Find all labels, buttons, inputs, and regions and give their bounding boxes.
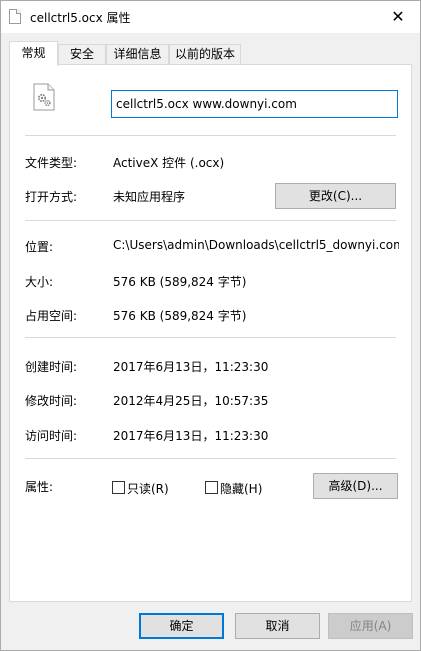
ok-button[interactable]: 确定	[139, 613, 224, 639]
tab-general[interactable]: 常规	[9, 41, 58, 66]
close-button[interactable]: ✕	[376, 1, 420, 31]
separator	[25, 220, 396, 221]
close-icon: ✕	[391, 6, 405, 26]
size-on-disk-label: 占用空间:	[25, 309, 78, 323]
title-bar[interactable]: cellctrl5.ocx 属性 ✕	[1, 1, 420, 33]
size-value: 576 KB (589,824 字节)	[113, 275, 247, 289]
created-label: 创建时间:	[25, 360, 78, 374]
advanced-button[interactable]: 高级(D)...	[313, 473, 398, 499]
size-label: 大小:	[25, 275, 54, 289]
modified-label: 修改时间:	[25, 394, 78, 408]
location-value: C:\Users\admin\Downloads\cellctrl5_downy…	[113, 238, 399, 252]
hidden-label[interactable]: 隐藏(H)	[220, 480, 262, 497]
readonly-label[interactable]: 只读(R)	[127, 480, 169, 497]
separator	[25, 458, 396, 459]
window-title: cellctrl5.ocx 属性	[30, 11, 131, 25]
modified-value: 2012年4月25日，10:57:35	[113, 394, 269, 408]
open-with-label: 打开方式:	[25, 190, 78, 204]
cancel-button[interactable]: 取消	[235, 613, 320, 639]
readonly-checkbox[interactable]	[112, 481, 125, 494]
file-name-input[interactable]	[111, 90, 398, 118]
size-on-disk-value: 576 KB (589,824 字节)	[113, 309, 247, 323]
attributes-label: 属性:	[25, 480, 54, 494]
tab-details[interactable]: 详细信息	[106, 44, 169, 64]
accessed-label: 访问时间:	[25, 429, 78, 443]
tab-previous-versions[interactable]: 以前的版本	[169, 44, 241, 64]
location-label: 位置:	[25, 240, 54, 254]
separator	[25, 135, 396, 136]
tab-security[interactable]: 安全	[58, 44, 106, 64]
open-with-value: 未知应用程序	[113, 190, 186, 204]
file-type-value: ActiveX 控件 (.ocx)	[113, 156, 225, 170]
separator	[25, 337, 396, 338]
hidden-checkbox[interactable]	[205, 481, 218, 494]
accessed-value: 2017年6月13日，11:23:30	[113, 429, 269, 443]
apply-button[interactable]: 应用(A)	[328, 613, 413, 639]
file-type-label: 文件类型:	[25, 156, 78, 170]
dll-settings-file-icon	[33, 83, 55, 111]
file-icon	[9, 9, 21, 24]
properties-window: cellctrl5.ocx 属性 ✕ 常规 安全 详细信息 以前的版本 文件类型…	[0, 0, 421, 651]
general-panel: 文件类型: ActiveX 控件 (.ocx) 打开方式: 未知应用程序 更改(…	[9, 64, 412, 602]
change-button[interactable]: 更改(C)...	[275, 183, 396, 209]
created-value: 2017年6月13日，11:23:30	[113, 360, 269, 374]
